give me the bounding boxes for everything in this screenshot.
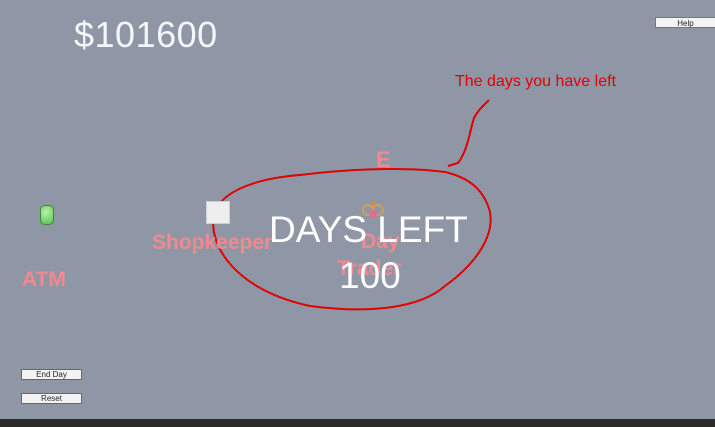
shopkeeper-icon[interactable] xyxy=(206,201,230,224)
days-left-title: DAYS LEFT xyxy=(269,209,468,250)
atm-label: ATM xyxy=(22,268,66,291)
days-left-value: 100 xyxy=(339,255,401,296)
annotation-text: The days you have left xyxy=(455,73,616,90)
interact-key-hint: E xyxy=(376,147,391,172)
annotation-pointer xyxy=(447,99,490,167)
atm-icon[interactable] xyxy=(40,205,54,225)
money-display: $101600 xyxy=(74,14,218,55)
reset-button[interactable]: Reset xyxy=(21,393,82,404)
help-button[interactable]: Help xyxy=(655,17,715,28)
shopkeeper-label: Shopkeeper xyxy=(152,231,273,254)
end-day-button[interactable]: End Day xyxy=(21,369,82,380)
bottom-bar xyxy=(0,419,715,427)
